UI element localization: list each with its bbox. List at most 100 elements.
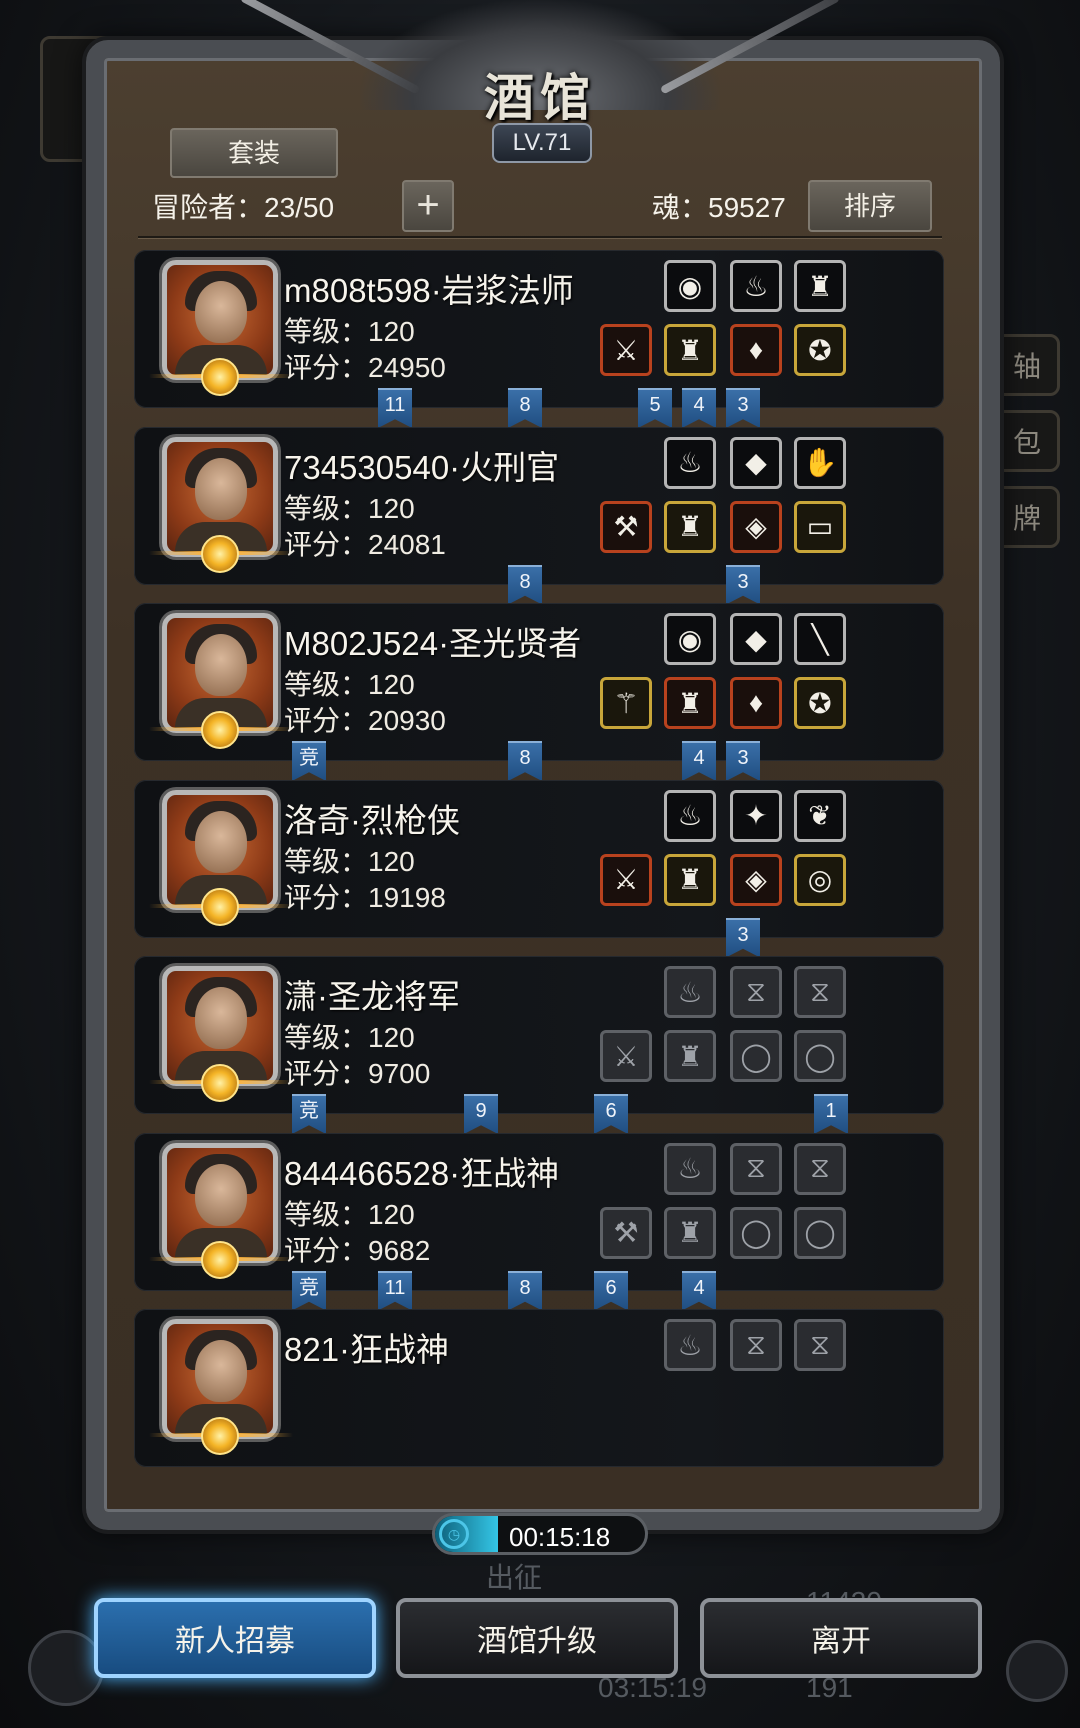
portrait-face bbox=[195, 457, 247, 520]
set-button[interactable]: 套装 bbox=[170, 128, 338, 178]
empty-armor-slot-icon[interactable]: ♜ bbox=[664, 1206, 716, 1259]
bg-side-tab-1[interactable]: 轴 bbox=[994, 334, 1060, 396]
rank-medal-icon bbox=[149, 1417, 293, 1455]
empty-hourglass-slot-icon[interactable]: ⧖ bbox=[794, 966, 846, 1018]
set-bonus-ribbon: 8 bbox=[508, 1270, 542, 1311]
medal-wing bbox=[149, 1256, 209, 1261]
gauntlet-icon[interactable]: ✋ bbox=[794, 436, 846, 489]
set-bonus-ribbon: 8 bbox=[508, 388, 542, 428]
red-pouch-icon[interactable]: ♨ bbox=[730, 260, 782, 312]
medal-core bbox=[201, 1417, 239, 1455]
hero-level: 等级：120 bbox=[284, 1022, 415, 1053]
hero-list[interactable]: m808t598·岩浆法师 等级：120 评分：24950 ◉ ♨ ♜ ⚔ ♜ ♦ ✪ 11 8 5 4 3… bbox=[126, 250, 948, 1495]
bg-side-tab-3[interactable]: 牌 bbox=[994, 486, 1060, 548]
set-bonus-ribbon: 4 bbox=[682, 388, 716, 428]
empty-axe-slot-icon[interactable]: ⚒ bbox=[600, 1206, 652, 1259]
empty-flame-slot-icon[interactable]: ♨ bbox=[664, 966, 716, 1018]
empty-hourglass-slot-icon[interactable]: ⧖ bbox=[794, 1142, 846, 1195]
empty-ring-slot-icon[interactable]: ◯ bbox=[730, 1030, 782, 1082]
hero-card[interactable]: 821·狂战神 ♨ ⧖ ⧖ bbox=[134, 1309, 944, 1467]
red-gem-icon[interactable]: ◆ bbox=[730, 436, 782, 489]
empty-ring-slot-icon[interactable]: ◯ bbox=[794, 1030, 846, 1082]
medal-wing bbox=[149, 1080, 209, 1084]
hero-card[interactable]: 潇·圣龙将军 等级：120 评分：9700 ♨ ⧖ ⧖ ⚔ ♜ ◯ ◯ bbox=[134, 956, 944, 1114]
empty-hourglass-slot-icon[interactable]: ⧖ bbox=[730, 966, 782, 1018]
amulet-icon[interactable]: ♦ bbox=[730, 324, 782, 376]
bg-side-tab-2[interactable]: 包 bbox=[994, 410, 1060, 472]
medal-core bbox=[201, 711, 239, 749]
hero-score: 评分：19198 bbox=[284, 881, 446, 913]
set-bonus-ribbon: 6 bbox=[594, 1270, 628, 1311]
staff-icon[interactable]: ╲ bbox=[794, 613, 846, 665]
timer-bar: ◷ 00:15:18 bbox=[432, 1513, 648, 1555]
empty-hourglass-slot-icon[interactable]: ⧖ bbox=[730, 1319, 782, 1371]
red-amulet-icon[interactable]: ♦ bbox=[730, 677, 782, 729]
medal-wing bbox=[149, 727, 209, 731]
hero-card[interactable]: m808t598·岩浆法师 等级：120 评分：24950 ◉ ♨ ♜ ⚔ ♜ ♦ ✪ bbox=[134, 250, 944, 408]
green-orb-icon[interactable]: ◉ bbox=[664, 613, 716, 665]
hero-card[interactable]: 734530540·火刑官等级：120 评分：24081 ♨ ◆ ✋ ⚒ ♜ ◈ ▭ bbox=[134, 426, 944, 585]
hero-score: 评分：24950 bbox=[284, 352, 446, 383]
portrait-face bbox=[195, 281, 247, 343]
vestment-icon[interactable]: ♜ bbox=[664, 677, 716, 729]
set-bonus-ribbon: 4 bbox=[682, 741, 716, 781]
purple-helm-icon[interactable]: ◈ bbox=[730, 500, 782, 553]
hero-card[interactable]: 844466528·狂战神 等级：120 评分：9682 ♨ ⧖ ⧖ ⚒ ♜ ◯ ◯ bbox=[134, 1132, 944, 1291]
medal-wing bbox=[149, 1433, 209, 1437]
set-bonus-ribbon: 8 bbox=[508, 564, 542, 605]
pendant-icon[interactable]: ✪ bbox=[794, 324, 846, 376]
portrait-face bbox=[195, 634, 247, 696]
blue-orb-icon[interactable]: ◉ bbox=[664, 260, 716, 312]
empty-hourglass-slot-icon[interactable]: ⧖ bbox=[794, 1319, 846, 1371]
feather-icon[interactable]: ❦ bbox=[794, 789, 846, 842]
ring-icon[interactable]: ◎ bbox=[794, 853, 846, 906]
empty-flame-slot-icon[interactable]: ♨ bbox=[664, 1142, 716, 1195]
belt-icon[interactable]: ▭ bbox=[794, 500, 846, 553]
upgrade-tavern-button[interactable]: 酒馆升级 bbox=[396, 1598, 678, 1678]
set-bonus-ribbon: 4 bbox=[682, 1270, 716, 1311]
dialog-title: 酒馆 bbox=[484, 70, 596, 126]
hero-card[interactable]: 洛奇·烈枪侠 等级：120 评分：19198 ♨ ✦ ❦ ⚔ ♜ ◈ ◎ bbox=[134, 779, 944, 938]
bg-depart-label: 出征 bbox=[486, 1562, 543, 1593]
empty-sword-slot-icon[interactable]: ⚔ bbox=[600, 1030, 652, 1082]
empty-ring-slot-icon[interactable]: ◯ bbox=[794, 1206, 846, 1259]
robe-icon[interactable]: ♜ bbox=[664, 324, 716, 376]
chestplate-icon[interactable]: ♜ bbox=[664, 853, 716, 906]
scythe-icon[interactable]: ⚔ bbox=[600, 324, 652, 376]
rank-medal-icon bbox=[149, 358, 293, 396]
add-slot-button[interactable]: + bbox=[402, 180, 454, 232]
purple-gem-icon[interactable]: ◆ bbox=[730, 613, 782, 665]
medal-wing bbox=[149, 374, 209, 378]
hero-name: M802J524·圣光贤者 bbox=[284, 625, 582, 662]
portrait-face bbox=[195, 810, 247, 873]
set-bonus-ribbon: 3 bbox=[726, 564, 760, 605]
set-bonus-ribbon: 竞 bbox=[292, 1270, 326, 1311]
fire-icon[interactable]: ♨ bbox=[664, 789, 716, 842]
empty-ring-slot-icon[interactable]: ◯ bbox=[730, 1206, 782, 1259]
leave-button[interactable]: 离开 bbox=[700, 1598, 982, 1678]
rifle-icon[interactable]: ⚔ bbox=[600, 853, 652, 906]
lantern-icon[interactable]: ♜ bbox=[794, 260, 846, 312]
fire-icon[interactable]: ♨ bbox=[664, 436, 716, 489]
medal-wing bbox=[233, 1433, 293, 1437]
bg-side-tab-label: 牌 bbox=[1012, 503, 1041, 534]
hero-level: 等级：120 bbox=[284, 492, 415, 524]
hero-score: 评分：24081 bbox=[284, 528, 446, 560]
demon-helm-icon[interactable]: ◈ bbox=[730, 853, 782, 906]
set-bonus-ribbon: 11 bbox=[378, 1270, 412, 1311]
axe-icon[interactable]: ⚒ bbox=[600, 500, 652, 553]
empty-hourglass-slot-icon[interactable]: ⧖ bbox=[730, 1142, 782, 1195]
sort-button[interactable]: 排序 bbox=[808, 180, 932, 232]
adventurer-count: 冒险者：23/50 bbox=[152, 192, 335, 223]
empty-armor-slot-icon[interactable]: ♜ bbox=[664, 1030, 716, 1082]
armor-icon[interactable]: ♜ bbox=[664, 500, 716, 553]
hero-name: 734530540·火刑官 bbox=[284, 448, 560, 486]
blue-pendant-icon[interactable]: ✪ bbox=[794, 677, 846, 729]
rank-medal-icon bbox=[149, 1240, 293, 1279]
emblem-icon[interactable]: ✦ bbox=[730, 789, 782, 842]
scepter-icon[interactable]: ⚚ bbox=[600, 677, 652, 729]
recruit-button[interactable]: 新人招募 bbox=[94, 1598, 376, 1678]
hero-card[interactable]: M802J524·圣光贤者 等级：120 评分：20930 ◉ ◆ ╲ ⚚ ♜ ♦ ✪ bbox=[134, 603, 944, 761]
empty-flame-slot-icon[interactable]: ♨ bbox=[664, 1319, 716, 1371]
hero-level: 等级：120 bbox=[284, 1198, 415, 1230]
